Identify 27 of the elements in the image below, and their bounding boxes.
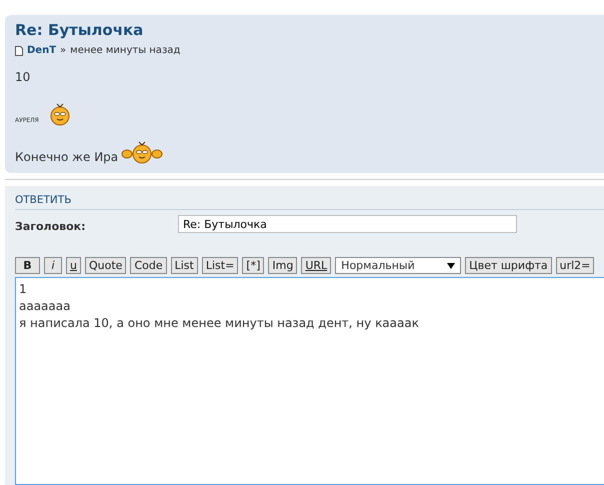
size-dropdown[interactable]: Нормальный: [335, 257, 462, 274]
reply-heading: ОТВЕТИТЬ: [15, 194, 604, 210]
format-button[interactable]: [*]: [242, 257, 264, 274]
separator: »: [60, 45, 66, 56]
format-button[interactable]: Code: [130, 257, 167, 274]
format-button[interactable]: Img: [268, 257, 298, 274]
smiley-icon: [48, 102, 71, 126]
post-time: менее минуты назад: [70, 45, 180, 56]
format-button[interactable]: Цвет шрифта: [465, 257, 552, 274]
format-button[interactable]: List: [170, 257, 198, 274]
format-button[interactable]: u: [66, 257, 81, 274]
format-button[interactable]: Quote: [84, 257, 126, 274]
post-title: Re: Бутылочка: [15, 21, 144, 39]
format-button[interactable]: B: [15, 257, 40, 274]
post-text: 10: [15, 70, 32, 84]
format-button[interactable]: url2=: [556, 257, 594, 274]
message-field[interactable]: 1 ааааааа я написала 10, а оно мне менее минуты назад дент, ну каааак: [15, 277, 604, 485]
subject-label: Заголовок:: [15, 220, 87, 233]
author-link[interactable]: DenT: [27, 45, 56, 56]
caret-icon: [447, 262, 456, 268]
document-icon: [15, 46, 23, 56]
post-text: Конечно же Ира: [15, 150, 118, 164]
smiley-icon: [121, 140, 164, 164]
format-button[interactable]: List=: [202, 257, 238, 274]
format-button[interactable]: URL: [301, 257, 332, 274]
format-button[interactable]: i: [44, 257, 62, 274]
subject-field[interactable]: Re: Бутылочка: [178, 215, 517, 233]
